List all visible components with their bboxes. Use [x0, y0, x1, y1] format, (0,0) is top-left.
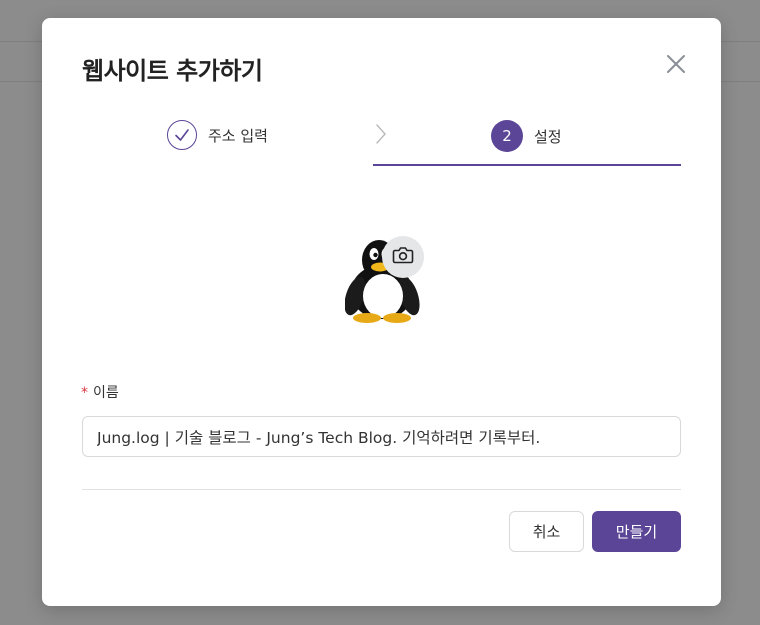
name-label-text: 이름: [93, 385, 119, 401]
modal-title: 웹사이트 추가하기: [82, 57, 263, 85]
create-button[interactable]: 만들기: [592, 511, 681, 552]
step-number-badge: 2: [491, 120, 523, 152]
step-settings: 2 설정: [491, 120, 562, 152]
step-label: 설정: [534, 127, 562, 146]
step-completed-check-icon: [167, 120, 197, 150]
cancel-button[interactable]: 취소: [509, 511, 584, 552]
name-field-label: * 이름: [81, 382, 119, 402]
required-mark: *: [81, 385, 88, 401]
step-label: 주소 입력: [208, 126, 268, 145]
step-address-input: 주소 입력: [167, 120, 268, 150]
active-step-indicator: [373, 164, 681, 166]
change-image-button[interactable]: [382, 236, 424, 278]
camera-icon: [392, 245, 414, 269]
add-website-modal: 웹사이트 추가하기 주소 입력 2 설정 * 이름 Jung.log | 기술 …: [42, 18, 721, 606]
footer-divider: [82, 489, 681, 490]
stepper: 주소 입력 2 설정: [42, 112, 721, 172]
name-input[interactable]: [82, 416, 681, 457]
close-icon[interactable]: [662, 50, 690, 78]
chevron-right-icon: [373, 122, 389, 150]
